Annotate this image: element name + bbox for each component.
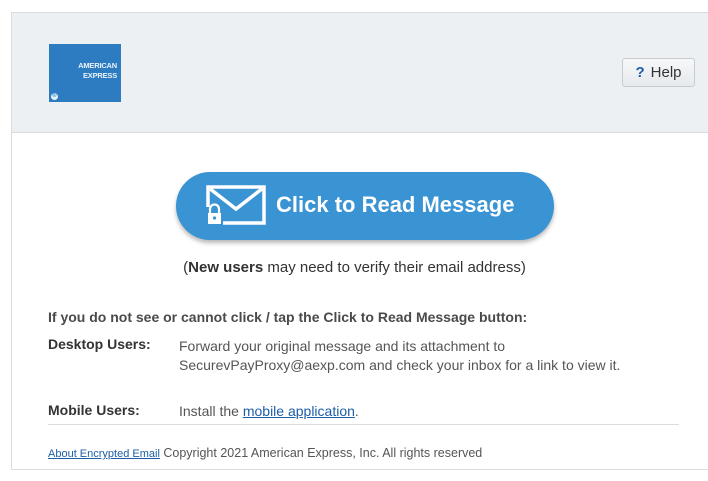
note-bold: New users bbox=[188, 259, 264, 276]
mobile-prefix: Install the bbox=[179, 403, 243, 419]
help-question-icon: ? bbox=[635, 64, 645, 81]
help-button[interactable]: ? Help bbox=[622, 58, 695, 87]
cta-label: Click to Read Message bbox=[276, 192, 515, 217]
mobile-users-text: Install the mobile application. bbox=[179, 402, 359, 421]
desktop-line2: SecurevPayProxy@aexp.com and check your … bbox=[179, 357, 621, 373]
logo-line1: AMERICAN bbox=[78, 61, 117, 70]
help-label: Help bbox=[650, 64, 682, 81]
registered-mark: ® bbox=[51, 93, 58, 100]
copyright-text: Copyright 2021 American Express, Inc. Al… bbox=[159, 446, 483, 460]
click-to-read-button[interactable]: Click to Read Message bbox=[176, 172, 554, 240]
note-rest: may need to verify their email address) bbox=[263, 259, 526, 276]
header-bar: AMERICAN EXPRESS ® ? Help bbox=[12, 13, 708, 133]
amex-logo: AMERICAN EXPRESS ® bbox=[49, 44, 121, 102]
instructions-title: If you do not see or cannot click / tap … bbox=[48, 309, 528, 325]
mobile-users-label: Mobile Users: bbox=[48, 402, 140, 418]
desktop-users-text: Forward your original message and its at… bbox=[179, 337, 620, 375]
envelope-lock-icon bbox=[206, 185, 266, 225]
footer: About Encrypted Email Copyright 2021 Ame… bbox=[48, 446, 482, 460]
footer-divider bbox=[48, 424, 679, 425]
desktop-users-label: Desktop Users: bbox=[48, 336, 151, 352]
mobile-suffix: . bbox=[354, 403, 359, 419]
mobile-application-link[interactable]: mobile application bbox=[243, 403, 355, 419]
new-users-note: (New users may need to verify their emai… bbox=[12, 259, 697, 276]
about-encrypted-email-link[interactable]: About Encrypted Email bbox=[48, 448, 160, 460]
email-frame: AMERICAN EXPRESS ® ? Help Click to Read … bbox=[11, 12, 708, 470]
desktop-line1: Forward your original message and its at… bbox=[179, 338, 506, 354]
logo-line2: EXPRESS bbox=[82, 71, 117, 80]
